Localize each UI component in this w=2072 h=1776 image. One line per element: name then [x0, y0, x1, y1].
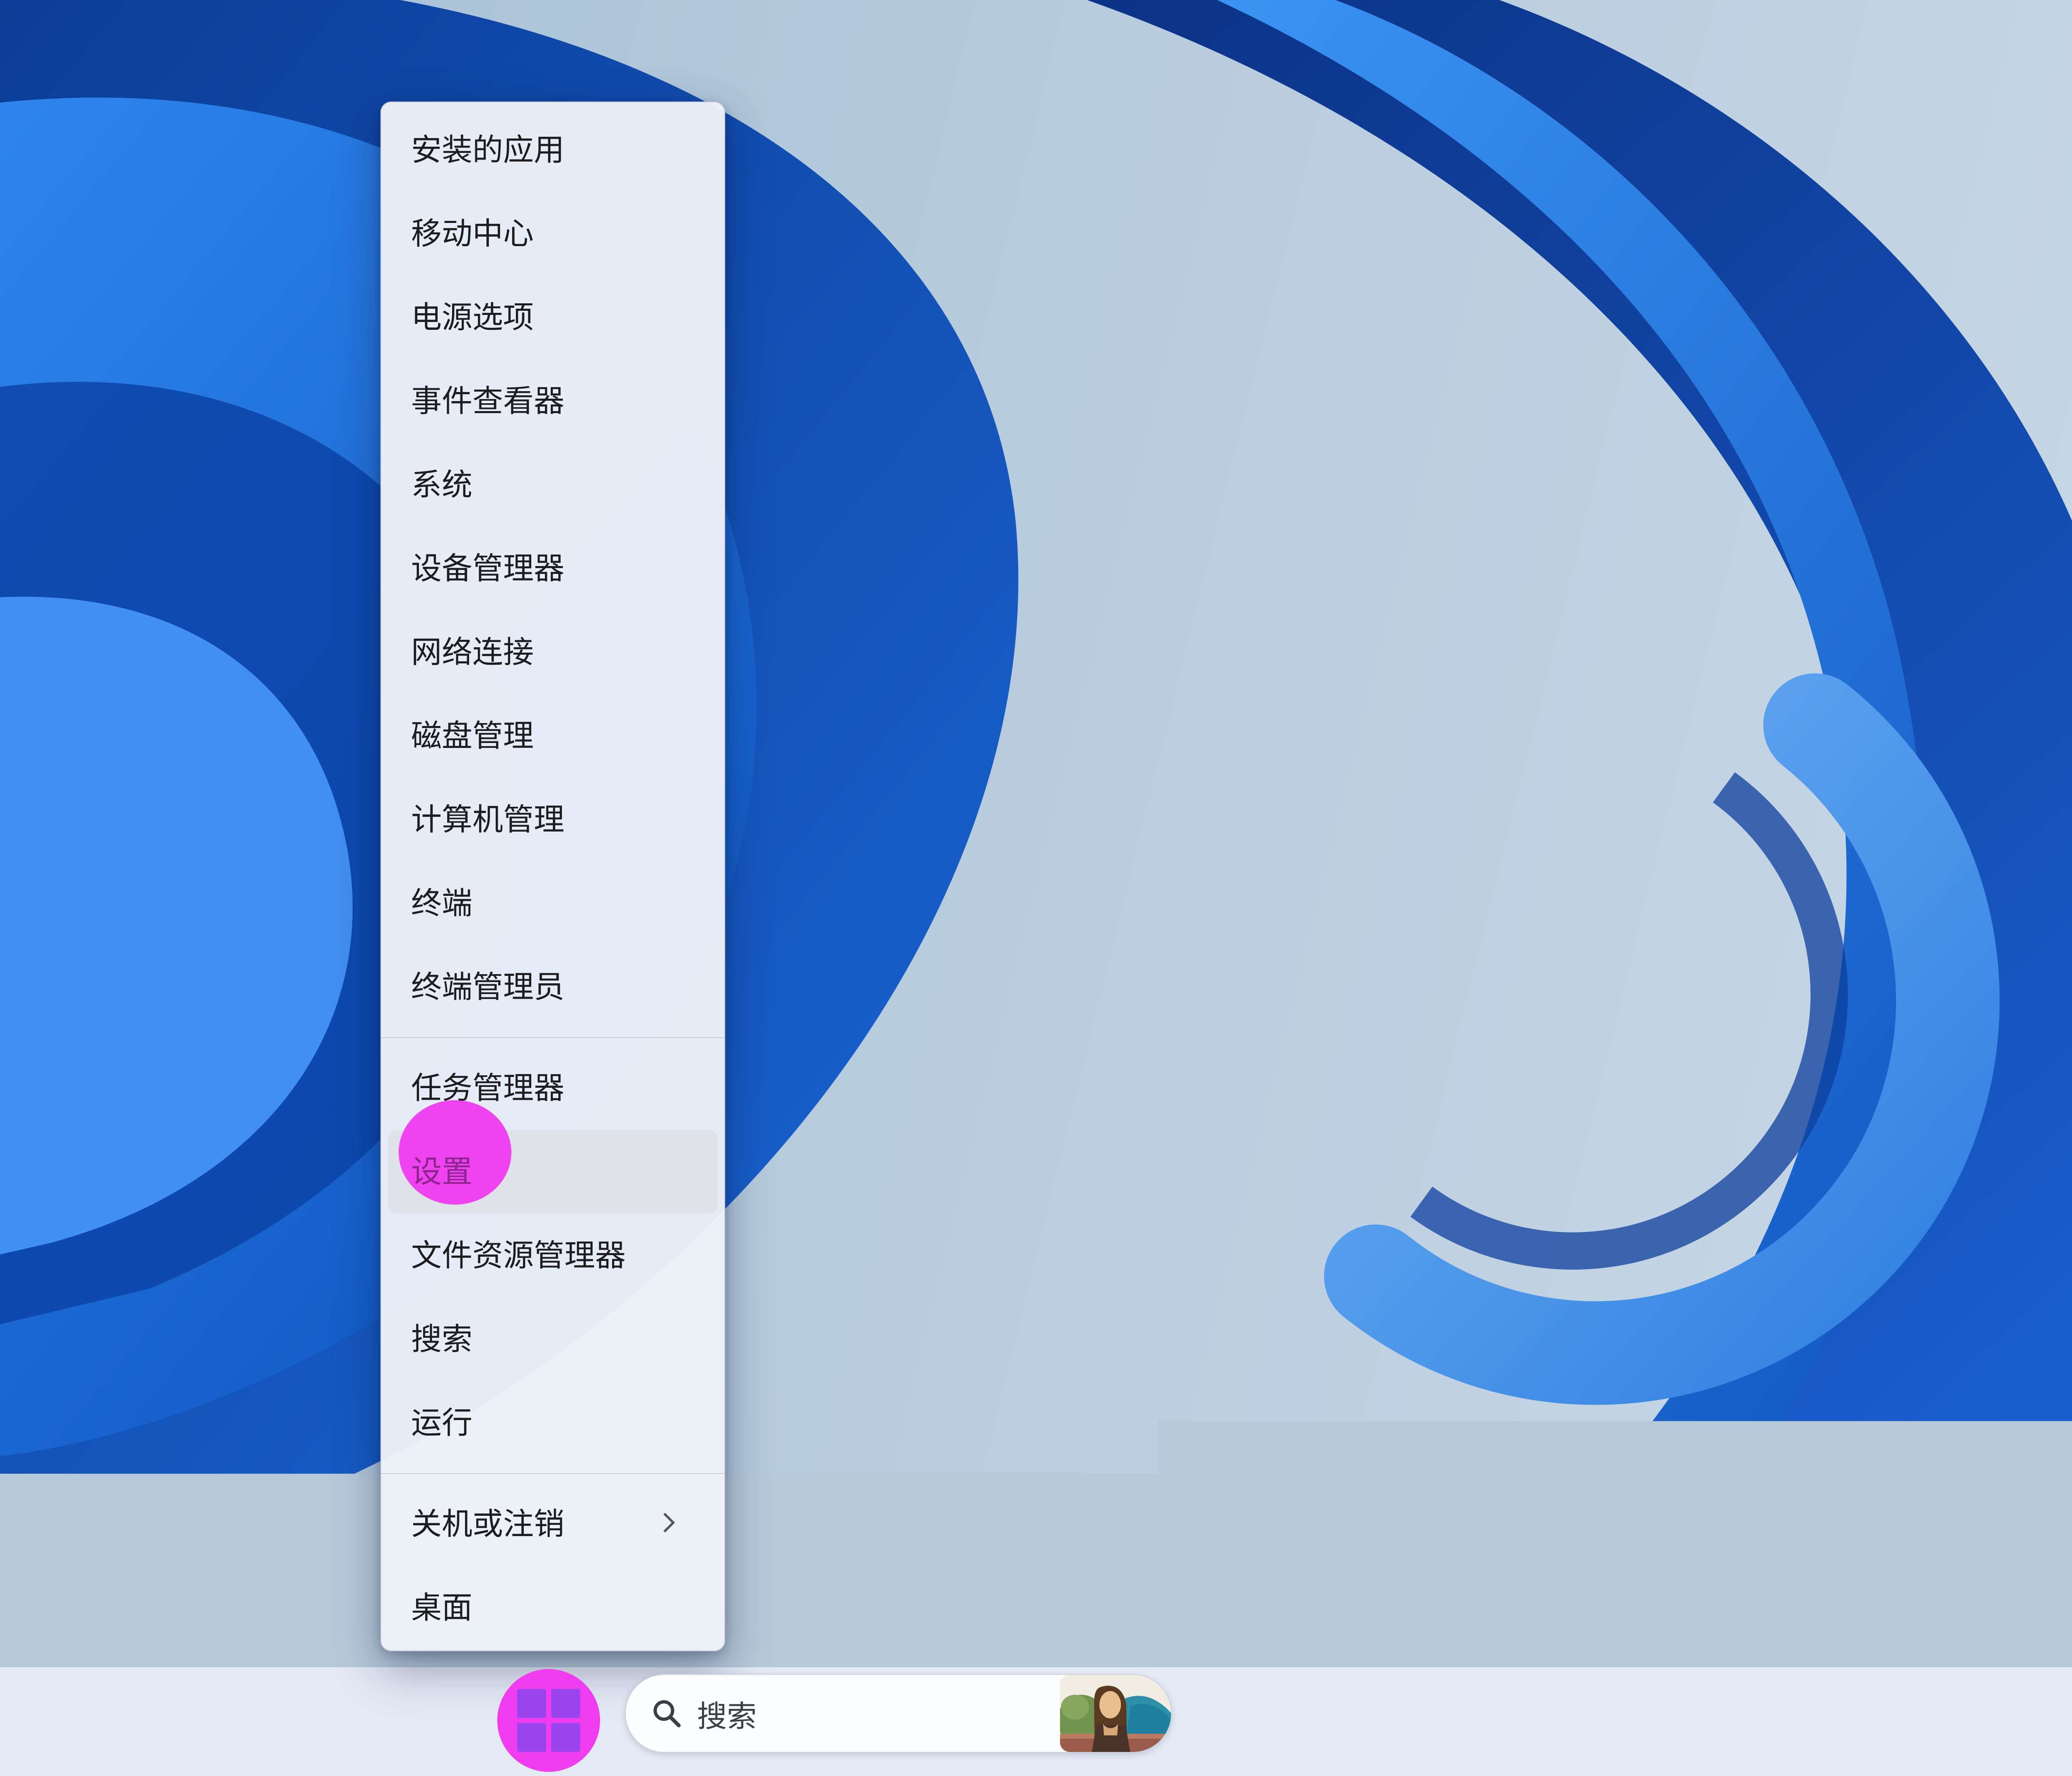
menu-item-disk-management[interactable]: 磁盘管理 [388, 694, 718, 778]
menu-item-network-connections[interactable]: 网络连接 [388, 610, 718, 694]
menu-item-shutdown-or-signout[interactable]: 关机或注销 [388, 1482, 718, 1566]
submenu-chevron-right-icon [655, 1513, 675, 1533]
menu-item-label: 计算机管理 [411, 802, 564, 837]
menu-item-label: 系统 [411, 467, 472, 503]
start-button[interactable] [517, 1689, 580, 1752]
menu-item-label: 任务管理器 [411, 1070, 564, 1106]
menu-item-computer-management[interactable]: 计算机管理 [388, 778, 718, 861]
menu-item-label: 终端管理员 [411, 969, 564, 1005]
menu-item-label: 运行 [411, 1405, 472, 1441]
menu-item-installed-apps[interactable]: 安装的应用 [388, 108, 718, 192]
wallpaper-bloom [0, 0, 2072, 1776]
menu-separator [381, 1473, 724, 1474]
menu-item-label: 事件查看器 [411, 383, 564, 419]
menu-item-label: 安装的应用 [411, 132, 564, 168]
menu-group-shell: 任务管理器 设置 文件资源管理器 搜索 运行 [381, 1046, 724, 1465]
menu-item-event-viewer[interactable]: 事件查看器 [388, 359, 718, 443]
menu-item-label: 终端 [411, 886, 472, 921]
menu-item-label: 桌面 [411, 1590, 472, 1626]
winx-context-menu: 安装的应用 移动中心 电源选项 事件查看器 系统 设备管理器 网络连接 磁盘管理… [380, 102, 725, 1651]
menu-item-label: 设置 [411, 1154, 472, 1190]
menu-item-run[interactable]: 运行 [388, 1381, 718, 1465]
windows-logo-icon [517, 1723, 546, 1752]
menu-item-system[interactable]: 系统 [388, 443, 718, 527]
menu-item-device-manager[interactable]: 设备管理器 [388, 527, 718, 610]
menu-separator [381, 1037, 724, 1038]
menu-group-system-tools: 安装的应用 移动中心 电源选项 事件查看器 系统 设备管理器 网络连接 磁盘管理… [381, 108, 724, 1029]
menu-item-terminal[interactable]: 终端 [388, 861, 718, 945]
menu-item-label: 电源选项 [411, 300, 534, 335]
menu-item-label: 磁盘管理 [411, 718, 534, 754]
menu-item-mobility-center[interactable]: 移动中心 [388, 192, 718, 276]
desktop: 安装的应用 移动中心 电源选项 事件查看器 系统 设备管理器 网络连接 磁盘管理… [0, 0, 2072, 1776]
menu-item-desktop[interactable]: 桌面 [388, 1566, 718, 1650]
menu-item-label: 文件资源管理器 [411, 1238, 626, 1273]
menu-item-label: 搜索 [411, 1321, 472, 1357]
windows-logo-icon [551, 1689, 580, 1718]
search-highlight-avatar[interactable] [1060, 1675, 1171, 1752]
taskbar-search-box[interactable]: 搜索 [625, 1674, 1172, 1753]
menu-item-file-explorer[interactable]: 文件资源管理器 [388, 1214, 718, 1297]
menu-item-terminal-admin[interactable]: 终端管理员 [388, 945, 718, 1029]
windows-logo-icon [517, 1689, 546, 1718]
menu-item-settings[interactable]: 设置 [388, 1130, 718, 1214]
menu-item-label: 移动中心 [411, 216, 534, 252]
menu-item-label: 网络连接 [411, 634, 534, 670]
menu-group-session: 关机或注销 桌面 [381, 1482, 724, 1650]
search-icon [651, 1697, 683, 1730]
menu-item-label: 关机或注销 [411, 1506, 564, 1542]
windows-logo-icon [551, 1723, 580, 1752]
menu-item-search[interactable]: 搜索 [388, 1297, 718, 1381]
menu-item-power-options[interactable]: 电源选项 [388, 276, 718, 359]
menu-item-label: 设备管理器 [411, 551, 564, 586]
